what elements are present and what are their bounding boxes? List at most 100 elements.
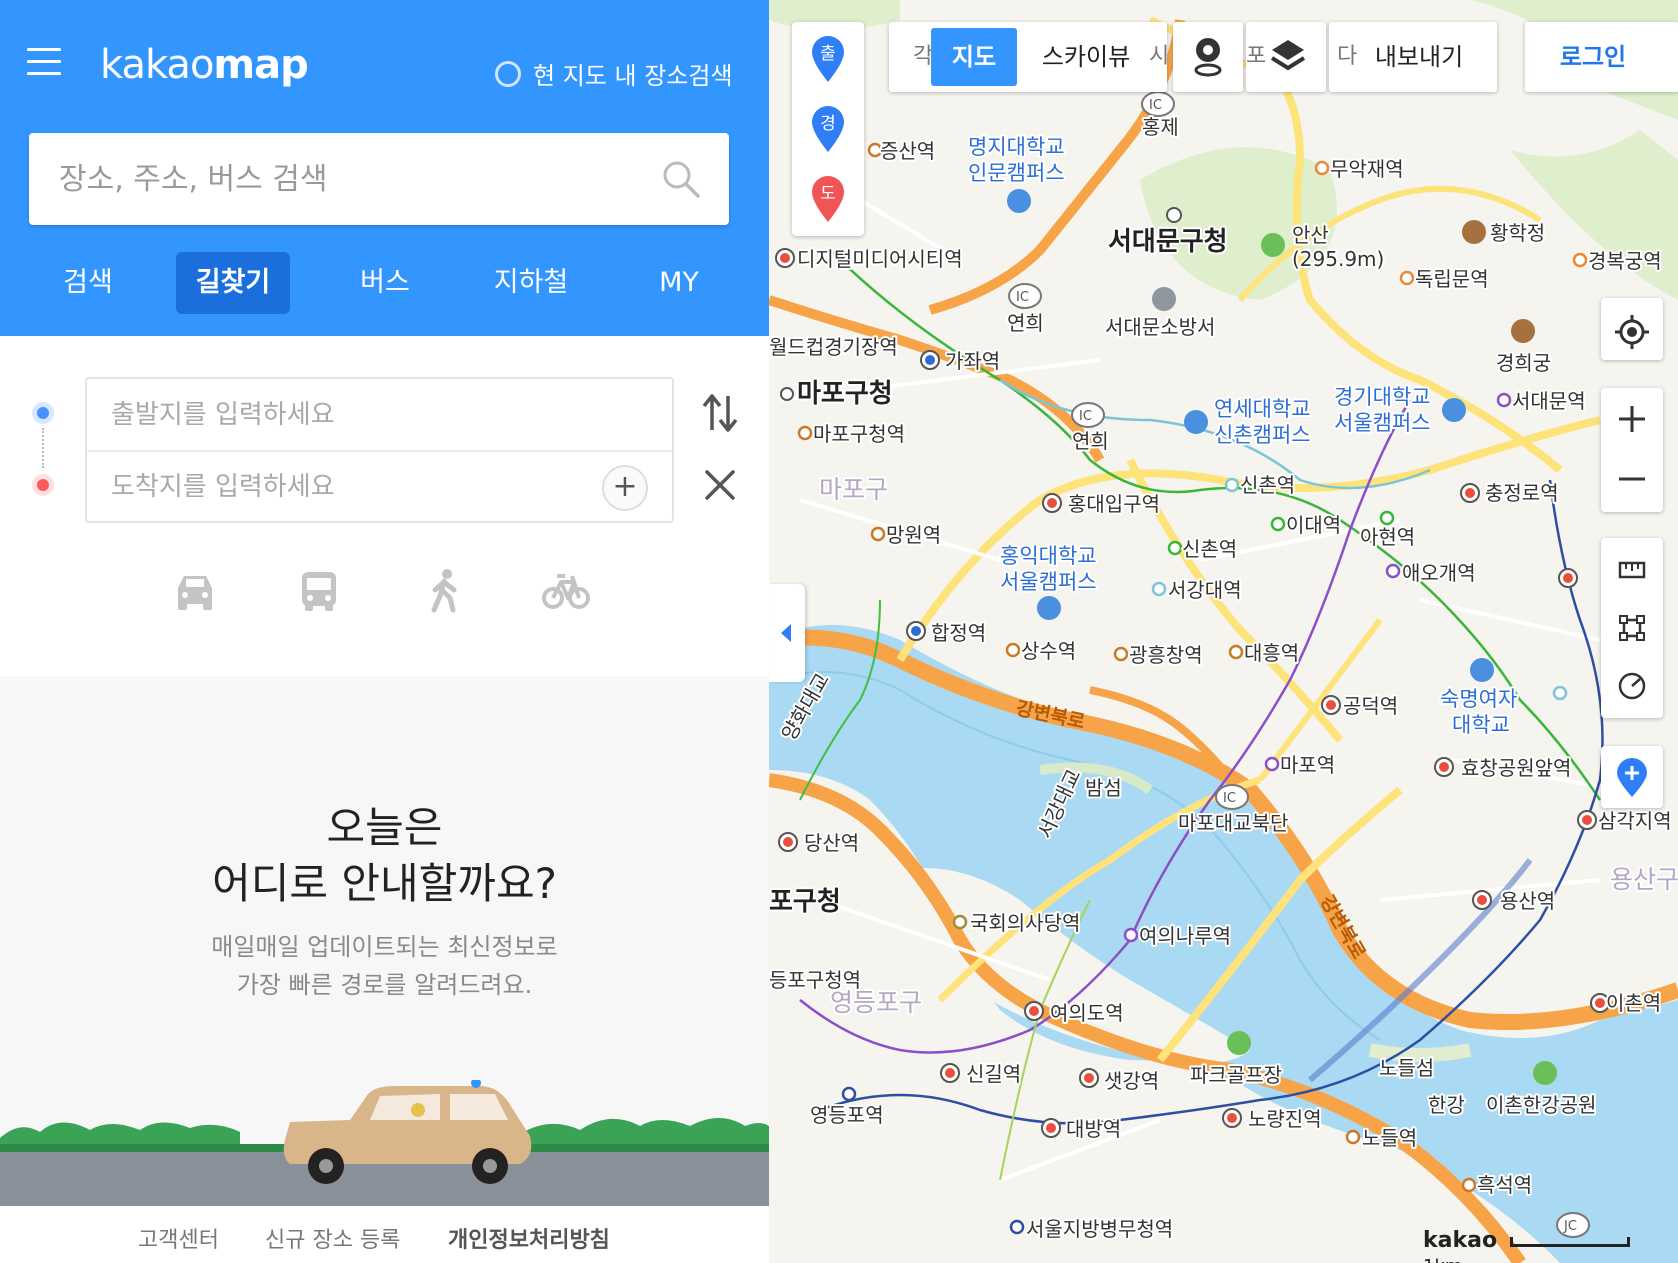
add-waypoint-button[interactable]: + <box>602 465 648 511</box>
promo-subtitle: 매일매일 업데이트되는 최신정보로 가장 빠른 경로를 알려드려요. <box>0 928 769 1004</box>
add-place-button[interactable] <box>1601 749 1663 805</box>
svg-text:이촌역: 이촌역 <box>1606 991 1661 1015</box>
tab-directions[interactable]: 길찾기 <box>176 252 290 314</box>
map-toolbar: 각 지도 스카이뷰 시 포 다 내보내기 로그인 <box>889 22 1678 92</box>
svg-text:마포구: 마포구 <box>819 475 888 504</box>
svg-text:용산역: 용산역 <box>1500 889 1555 913</box>
kakao-brand-label: kakao <box>1423 1228 1498 1253</box>
add-pin-icon <box>1617 758 1647 797</box>
route-input-divider <box>87 450 672 452</box>
footer-link-privacy[interactable]: 개인정보처리방침 <box>448 1222 610 1254</box>
bus-icon[interactable] <box>294 568 344 614</box>
car-icon[interactable] <box>170 568 220 614</box>
svg-text:파크골프장: 파크골프장 <box>1190 1063 1282 1087</box>
svg-text:연희: 연희 <box>1072 429 1109 453</box>
svg-text:대학교: 대학교 <box>1452 713 1510 737</box>
roadview-button[interactable] <box>1173 22 1243 92</box>
svg-text:대흥역: 대흥역 <box>1244 641 1299 665</box>
footer-link-support[interactable]: 고객센터 <box>138 1222 219 1254</box>
start-pin-icon[interactable]: 출 <box>808 34 848 84</box>
svg-text:공덕역: 공덕역 <box>1343 694 1398 718</box>
origin-marker-icon <box>32 402 54 424</box>
map-mode-button[interactable]: 지도 <box>931 28 1017 86</box>
svg-text:홍제: 홍제 <box>1142 115 1179 139</box>
svg-text:디지털미디어시티역: 디지털미디어시티역 <box>797 247 963 271</box>
radius-measure-button[interactable] <box>1601 658 1663 714</box>
svg-text:흑석역: 흑석역 <box>1477 1173 1532 1197</box>
svg-text:서대문역: 서대문역 <box>1512 389 1586 413</box>
destination-pin-icon[interactable]: 도 <box>808 174 848 224</box>
svg-text:노량진역: 노량진역 <box>1248 1107 1322 1131</box>
svg-text:서대문구청: 서대문구청 <box>1108 227 1228 257</box>
svg-text:당산역: 당산역 <box>804 831 859 855</box>
svg-text:서울캠퍼스: 서울캠퍼스 <box>1334 411 1431 435</box>
zoom-in-button[interactable] <box>1601 391 1663 447</box>
search-box <box>29 133 729 225</box>
svg-text:무악재역: 무악재역 <box>1330 157 1404 181</box>
locate-icon <box>1615 315 1649 349</box>
svg-text:IC: IC <box>1223 791 1236 806</box>
tab-subway[interactable]: 지하철 <box>476 252 586 314</box>
export-segment: 다 내보내기 <box>1329 22 1497 92</box>
map-canvas[interactable]: IC IC IC IC JC 증산역 명지대학교 인문캠퍼스 홍제 무악재역 서대문구… <box>769 0 1678 1263</box>
svg-text:이대역: 이대역 <box>1286 513 1341 537</box>
svg-text:이촌한강공원: 이촌한강공원 <box>1486 1093 1596 1117</box>
svg-text:도: 도 <box>820 184 836 204</box>
area-measure-button[interactable] <box>1601 600 1663 656</box>
search-input[interactable] <box>59 133 659 225</box>
search-icon[interactable] <box>661 159 701 199</box>
search-in-view-label: 현 지도 내 장소검색 <box>533 62 733 90</box>
map-scale: kakao 1km <box>1423 1228 1678 1263</box>
svg-text:홍대입구역: 홍대입구역 <box>1068 492 1160 516</box>
svg-text:경: 경 <box>820 114 836 134</box>
svg-text:인문캠퍼스: 인문캠퍼스 <box>968 161 1065 185</box>
svg-text:연세대학교: 연세대학교 <box>1214 397 1311 421</box>
swap-icon[interactable] <box>700 390 740 436</box>
destination-input[interactable] <box>111 454 611 520</box>
close-icon[interactable] <box>703 468 737 502</box>
svg-text:영등포역: 영등포역 <box>810 1103 884 1127</box>
tab-bus[interactable]: 버스 <box>342 252 428 314</box>
current-location-button[interactable] <box>1601 301 1663 357</box>
minus-icon <box>1619 477 1645 481</box>
svg-text:노들역: 노들역 <box>1362 1126 1417 1150</box>
svg-text:신촌캠퍼스: 신촌캠퍼스 <box>1214 423 1311 447</box>
add-place-group <box>1601 746 1663 808</box>
tab-my[interactable]: MY <box>636 252 722 314</box>
promo-title-line2: 어디로 안내할까요? <box>212 859 557 908</box>
svg-text:용산구: 용산구 <box>1610 865 1678 894</box>
plus-icon <box>1619 406 1645 432</box>
zoom-out-button[interactable] <box>1601 451 1663 507</box>
kakaomap-logo[interactable]: kakaomap <box>100 42 309 88</box>
panel-collapse-button[interactable] <box>769 584 805 682</box>
svg-text:밤섬: 밤섬 <box>1085 776 1122 800</box>
skyview-button[interactable]: 스카이뷰 <box>1027 28 1145 86</box>
svg-text:마포구청역: 마포구청역 <box>813 422 905 446</box>
svg-text:황학정: 황학정 <box>1490 221 1545 245</box>
footer-link-register-place[interactable]: 신규 장소 등록 <box>265 1222 400 1254</box>
svg-text:신길역: 신길역 <box>966 1062 1021 1086</box>
svg-text:애오개역: 애오개역 <box>1402 561 1476 585</box>
layers-button[interactable]: 포 <box>1246 22 1326 92</box>
svg-text:대방역: 대방역 <box>1066 1117 1121 1141</box>
svg-text:증산역: 증산역 <box>880 139 935 163</box>
svg-text:마포역: 마포역 <box>1280 753 1335 777</box>
login-button[interactable]: 로그인 <box>1525 28 1661 86</box>
layers-icon <box>1270 40 1306 71</box>
svg-text:서대문소방서: 서대문소방서 <box>1105 315 1215 339</box>
bike-icon[interactable] <box>541 568 591 614</box>
logo-text-map: map <box>213 42 308 88</box>
svg-text:서울캠퍼스: 서울캠퍼스 <box>1000 570 1097 594</box>
tab-search[interactable]: 검색 <box>45 252 131 314</box>
promo-title-line1: 오늘은 <box>326 803 443 852</box>
svg-text:경복궁역: 경복궁역 <box>1588 249 1662 273</box>
origin-input[interactable] <box>111 382 611 448</box>
search-in-view-toggle[interactable]: 현 지도 내 장소검색 <box>495 56 733 91</box>
export-button[interactable]: 내보내기 <box>1359 28 1479 86</box>
distance-measure-button[interactable] <box>1601 542 1663 598</box>
menu-icon[interactable] <box>27 48 61 78</box>
waypoint-pin-icon[interactable]: 경 <box>808 104 848 154</box>
walk-icon[interactable] <box>420 568 470 614</box>
svg-text:IC: IC <box>1149 98 1162 113</box>
route-inputs: + <box>85 377 674 523</box>
